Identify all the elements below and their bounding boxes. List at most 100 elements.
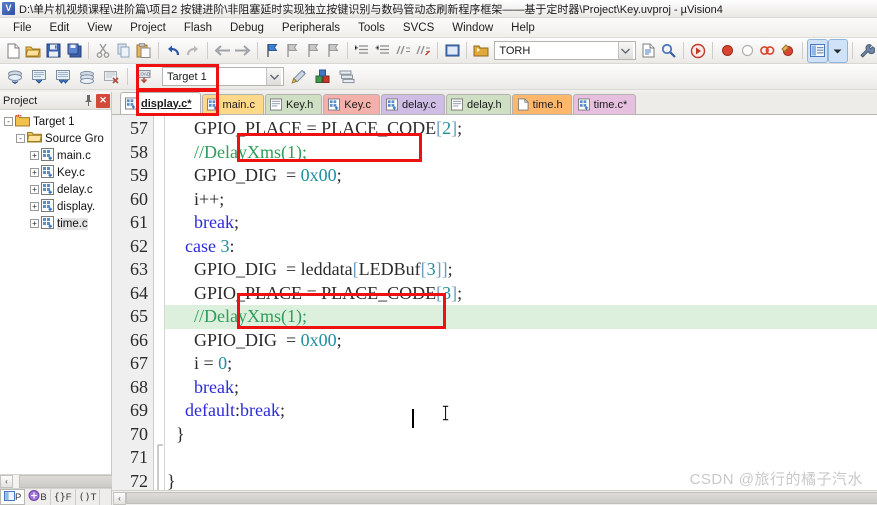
- menu-project[interactable]: Project: [121, 20, 175, 36]
- navigate-forward-icon[interactable]: [234, 40, 252, 62]
- tree-expander[interactable]: +: [30, 219, 39, 228]
- code-line[interactable]: i = 0;: [165, 352, 877, 376]
- tree-item-key-c[interactable]: + Key.c: [0, 164, 111, 181]
- editor-tab-time-c[interactable]: time.c*: [572, 94, 637, 114]
- stop-build-icon[interactable]: [100, 66, 122, 88]
- close-icon[interactable]: ✕: [96, 93, 110, 108]
- new-file-icon[interactable]: [4, 40, 22, 62]
- bookmark-prev-icon[interactable]: [283, 40, 301, 62]
- code-editor[interactable]: 57 58 59 60 61 62 63 64 65 66 67 68 69 7…: [112, 115, 877, 490]
- project-tree[interactable]: - Target 1 - Source Gro + main.c + Key.c…: [0, 110, 111, 474]
- scroll-thumb[interactable]: [19, 475, 115, 488]
- navigate-back-icon[interactable]: [213, 40, 231, 62]
- menu-window[interactable]: Window: [443, 20, 502, 36]
- tree-item-delay-c[interactable]: + delay.c: [0, 181, 111, 198]
- breakpoint-insert-icon[interactable]: [718, 40, 736, 62]
- uncomment-icon[interactable]: [414, 40, 432, 62]
- manage-windows-icon[interactable]: [807, 38, 828, 63]
- pin-icon[interactable]: [81, 94, 95, 108]
- tree-item-target[interactable]: - Target 1: [0, 113, 111, 130]
- scroll-left-icon[interactable]: ‹: [113, 491, 126, 505]
- editor-tab-display-c[interactable]: display.c*: [120, 92, 201, 114]
- code-line[interactable]: case 3:: [165, 235, 877, 259]
- bookmark-clear-icon[interactable]: [324, 40, 342, 62]
- code-line[interactable]: GPIO_DIG = 0x00;: [165, 164, 877, 188]
- tree-item-time-c[interactable]: + time.c: [0, 215, 111, 232]
- bookmark-next-icon[interactable]: [303, 40, 321, 62]
- menu-help[interactable]: Help: [502, 20, 544, 36]
- tree-expander[interactable]: -: [4, 117, 13, 126]
- save-all-icon[interactable]: [65, 40, 83, 62]
- save-icon[interactable]: [45, 40, 63, 62]
- indent-icon[interactable]: [353, 40, 371, 62]
- code-line[interactable]: GPIO_DIG = leddata[LEDBuf[3]];: [165, 258, 877, 282]
- scroll-track[interactable]: [13, 475, 115, 488]
- code-line[interactable]: default:break;: [165, 399, 877, 423]
- symbol-combo[interactable]: TORH: [494, 41, 636, 60]
- menu-file[interactable]: File: [4, 20, 41, 36]
- tree-expander[interactable]: +: [30, 202, 39, 211]
- cut-icon[interactable]: [94, 40, 112, 62]
- batch-build-icon[interactable]: [76, 66, 98, 88]
- fold-margin[interactable]: [154, 115, 165, 490]
- tree-expander[interactable]: -: [16, 134, 25, 143]
- code-line[interactable]: GPIO_PLACE = PLACE_CODE[2];: [165, 117, 877, 141]
- chevron-down-icon[interactable]: [266, 68, 281, 85]
- code-line[interactable]: GPIO_DIG = 0x00;: [165, 329, 877, 353]
- tree-item-main-c[interactable]: + main.c: [0, 147, 111, 164]
- manage-multiproject-icon[interactable]: [336, 66, 358, 88]
- rebuild-all-icon[interactable]: [52, 66, 74, 88]
- code-line[interactable]: }: [165, 423, 877, 447]
- comment-icon[interactable]: [393, 40, 411, 62]
- scroll-left-icon[interactable]: ‹: [0, 475, 13, 488]
- code-line[interactable]: GPIO_PLACE = PLACE_CODE[3];: [165, 282, 877, 306]
- editor-tab-key-c[interactable]: Key.c: [323, 94, 380, 114]
- configure-icon[interactable]: [858, 40, 876, 62]
- tree-expander[interactable]: +: [30, 151, 39, 160]
- code-line[interactable]: //DelayXms(1);: [165, 141, 877, 165]
- menu-edit[interactable]: Edit: [41, 20, 79, 36]
- menu-flash[interactable]: Flash: [175, 20, 221, 36]
- panel-tab-books[interactable]: B: [25, 489, 51, 505]
- symbol-browse-icon[interactable]: [472, 40, 490, 62]
- download-icon[interactable]: LOAD: [133, 66, 155, 88]
- menu-tools[interactable]: Tools: [349, 20, 394, 36]
- find-in-files-icon[interactable]: [660, 40, 678, 62]
- menu-view[interactable]: View: [78, 20, 121, 36]
- project-panel-hscrollbar[interactable]: ‹ ›: [0, 474, 115, 488]
- menu-peripherals[interactable]: Peripherals: [273, 20, 349, 36]
- open-symbol-icon[interactable]: [443, 40, 461, 62]
- outdent-icon[interactable]: [373, 40, 391, 62]
- file-properties-icon[interactable]: [640, 40, 658, 62]
- manage-components-icon[interactable]: [312, 66, 334, 88]
- paste-icon[interactable]: [135, 40, 153, 62]
- code-line[interactable]: i++;: [165, 188, 877, 212]
- editor-tab-main-c[interactable]: main.c: [201, 94, 264, 114]
- panel-tab-project[interactable]: P: [0, 489, 26, 505]
- translate-icon[interactable]: [4, 66, 26, 88]
- copy-icon[interactable]: [114, 40, 132, 62]
- code-lines[interactable]: GPIO_PLACE = PLACE_CODE[2]; //DelayXms(1…: [165, 115, 877, 490]
- editor-tab-delay-c[interactable]: delay.c: [380, 94, 446, 114]
- code-line[interactable]: break;: [165, 211, 877, 235]
- editor-tab-time-h[interactable]: time.h: [511, 94, 572, 114]
- tree-expander[interactable]: +: [30, 185, 39, 194]
- scroll-thumb[interactable]: [126, 492, 877, 504]
- breakpoint-disable-all-icon[interactable]: [779, 40, 797, 62]
- open-file-icon[interactable]: [24, 40, 42, 62]
- target-options-icon[interactable]: [288, 66, 310, 88]
- code-line-current[interactable]: //DelayXms(1);: [165, 305, 877, 329]
- code-line[interactable]: break;: [165, 376, 877, 400]
- breakpoint-disable-icon[interactable]: [738, 40, 756, 62]
- menu-svcs[interactable]: SVCS: [394, 20, 443, 36]
- panel-tab-functions[interactable]: {} F: [51, 489, 76, 505]
- bookmark-toggle-icon[interactable]: [263, 40, 281, 62]
- editor-tab-delay-h[interactable]: delay.h: [446, 94, 511, 114]
- chevron-down-icon[interactable]: [617, 42, 633, 59]
- debug-start-icon[interactable]: [689, 40, 707, 62]
- undo-icon[interactable]: [164, 40, 182, 62]
- tree-item-display-c[interactable]: + display.: [0, 198, 111, 215]
- redo-icon[interactable]: [184, 40, 202, 62]
- breakpoint-kill-all-icon[interactable]: [759, 40, 777, 62]
- target-combo[interactable]: Target 1: [162, 67, 284, 86]
